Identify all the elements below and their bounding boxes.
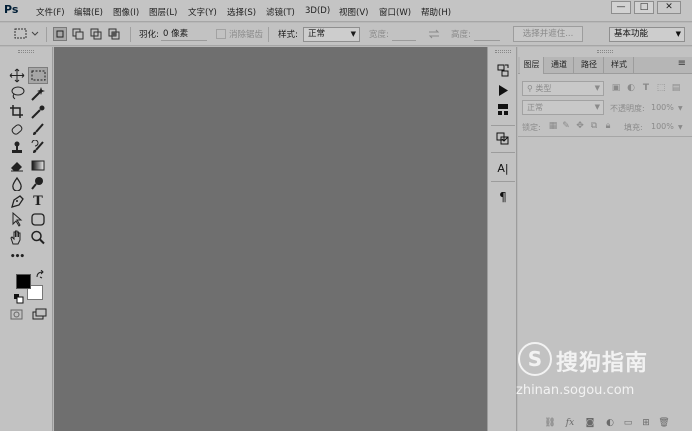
menu-file[interactable]: 文件(F) [36, 6, 65, 18]
height-input[interactable] [474, 27, 500, 41]
workspace-select[interactable]: 基本功能 ▼ [609, 27, 685, 42]
move-tool-icon[interactable] [7, 67, 27, 84]
paragraph-panel-icon[interactable]: ¶ [493, 189, 513, 206]
eraser-tool-icon[interactable] [7, 157, 27, 174]
add-to-selection-icon[interactable] [71, 27, 85, 41]
menu-edit[interactable]: 编辑(E) [74, 6, 103, 18]
quick-mask-icon[interactable] [7, 307, 27, 324]
default-colors-icon[interactable] [12, 293, 24, 305]
menu-filter[interactable]: 滤镜(T) [266, 6, 295, 18]
maximize-button[interactable]: □ [634, 1, 654, 14]
divider [491, 181, 515, 182]
app-logo: Ps [4, 3, 19, 16]
document-canvas[interactable] [54, 47, 487, 431]
workspace-select-value: 基本功能 [614, 29, 649, 39]
watermark-title: 搜狗指南 [556, 351, 649, 376]
new-selection-icon[interactable] [53, 27, 67, 41]
swap-dimensions-icon[interactable] [427, 27, 441, 41]
panel-grip[interactable] [495, 50, 511, 53]
screen-mode-icon[interactable] [30, 307, 50, 324]
more-tools-icon[interactable]: ••• [7, 249, 27, 266]
subtract-from-selection-icon[interactable] [89, 27, 103, 41]
brush-tool-icon[interactable] [28, 121, 48, 138]
crop-tool-icon[interactable] [7, 103, 27, 120]
character-panel-icon[interactable]: A| [493, 160, 513, 177]
watermark-url: zhinan.sogou.com [516, 383, 635, 398]
type-tool-icon[interactable]: T [28, 193, 48, 210]
eyedropper-tool-icon[interactable] [28, 103, 48, 120]
dodge-tool-icon[interactable] [28, 175, 48, 192]
style-select-value: 正常 [308, 29, 326, 39]
new-layer-icon[interactable]: ⊞ [640, 417, 652, 429]
style-label: 样式: [278, 30, 298, 40]
panel-grip[interactable] [18, 50, 34, 53]
style-select[interactable]: 正常 ▼ [303, 27, 360, 42]
lasso-tool-icon[interactable] [7, 85, 27, 102]
minimize-button[interactable]: — [611, 1, 631, 14]
separator [130, 27, 131, 42]
new-group-icon[interactable]: ▭ [622, 417, 634, 429]
adjustment-layer-icon[interactable]: ◐ [604, 417, 616, 429]
menu-image[interactable]: 图像(I) [113, 6, 139, 18]
menu-window[interactable]: 窗口(W) [379, 6, 411, 18]
menu-select[interactable]: 选择(S) [227, 6, 256, 18]
swap-colors-icon[interactable] [33, 269, 45, 281]
clone-stamp-tool-icon[interactable] [7, 139, 27, 156]
watermark: S 搜狗指南 zhinan.sogou.com [516, 47, 692, 431]
zoom-tool-icon[interactable] [28, 229, 48, 246]
tools-panel: T ••• [0, 47, 53, 431]
close-button[interactable]: ✕ [657, 1, 681, 14]
separator [268, 27, 269, 42]
tool-preset-picker[interactable] [14, 28, 40, 42]
properties-panel-icon[interactable] [493, 102, 513, 119]
divider [491, 125, 515, 126]
foreground-color-swatch[interactable] [16, 274, 31, 289]
blur-tool-icon[interactable] [7, 175, 27, 192]
feather-input[interactable]: 0 像素 [161, 27, 207, 41]
chevron-down-icon: ▼ [350, 30, 356, 38]
height-label: 高度: [451, 30, 471, 40]
add-mask-icon[interactable]: ◙ [584, 417, 596, 429]
pen-tool-icon[interactable] [7, 193, 27, 210]
shape-tool-icon[interactable] [28, 211, 48, 228]
chevron-down-icon: ▼ [675, 30, 681, 38]
link-layers-icon[interactable]: ⛓ [544, 417, 556, 429]
antialias-label: 消除锯齿 [229, 30, 264, 40]
separator [46, 27, 47, 42]
menu-layer[interactable]: 图层(L) [149, 6, 177, 18]
menu-help[interactable]: 帮助(H) [421, 6, 451, 18]
collapsed-panels-strip: A| ¶ [487, 47, 517, 431]
layers-panel: 图层 通道 路径 样式 ≡ ⚲ 类型 ▼ ▣ ◐ T ⬚ ▤ 正常 ▼ 不透明度… [516, 47, 692, 431]
quick-select-tool-icon[interactable] [28, 85, 48, 102]
layer-style-icon[interactable]: fx [564, 417, 576, 429]
select-and-mask-button[interactable]: 选择并遮住... [513, 26, 583, 42]
history-brush-tool-icon[interactable] [28, 139, 48, 156]
options-bar: 羽化: 0 像素 消除锯齿 样式: 正常 ▼ 宽度: 高度: 选择并遮住... … [0, 23, 692, 46]
width-input[interactable] [392, 27, 416, 41]
feather-label: 羽化: [139, 30, 159, 40]
adjustments-panel-icon[interactable] [493, 131, 513, 148]
menu-3d[interactable]: 3D(D) [305, 6, 330, 16]
intersect-selection-icon[interactable] [107, 27, 121, 41]
history-panel-icon[interactable] [493, 63, 513, 80]
menu-view[interactable]: 视图(V) [339, 6, 368, 18]
delete-layer-icon[interactable]: 🗑︎ [658, 417, 670, 429]
actions-play-icon[interactable] [493, 83, 513, 100]
antialias-checkbox[interactable] [216, 29, 226, 39]
menu-type[interactable]: 文字(Y) [188, 6, 217, 18]
healing-brush-tool-icon[interactable] [7, 121, 27, 138]
marquee-tool-icon[interactable] [28, 67, 48, 84]
sogou-logo: S [518, 342, 552, 376]
width-label: 宽度: [369, 30, 389, 40]
layers-bottom-bar: ⛓ fx ◙ ◐ ▭ ⊞ 🗑︎ [518, 415, 692, 431]
menu-bar: Ps 文件(F) 编辑(E) 图像(I) 图层(L) 文字(Y) 选择(S) 滤… [0, 0, 692, 22]
gradient-tool-icon[interactable] [28, 157, 48, 174]
divider [491, 152, 515, 153]
hand-tool-icon[interactable] [7, 229, 27, 246]
path-select-tool-icon[interactable] [7, 211, 27, 228]
